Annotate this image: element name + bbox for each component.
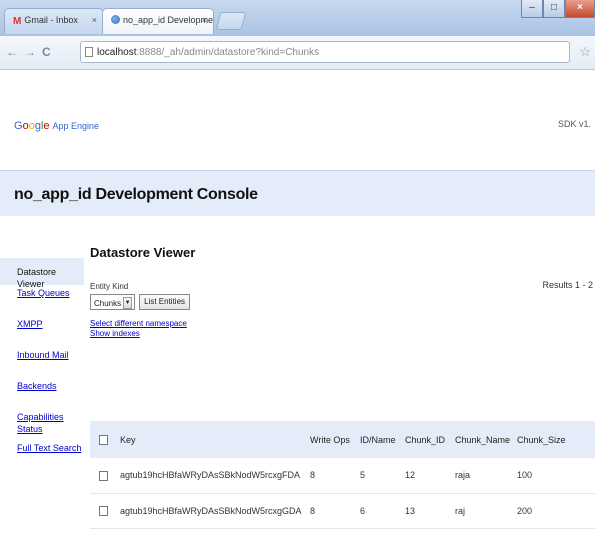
appengine-icon (111, 15, 120, 24)
logo-letter: e (43, 120, 50, 132)
gmail-icon: M (13, 16, 22, 27)
page-title: no_app_id Development Console (14, 186, 258, 203)
cell-key-link[interactable]: agtub19hcHBfaWRyDAsSBkNodW5rcxgGDA (120, 493, 310, 529)
cell-key-link[interactable]: agtub19hcHBfaWRyDAsSBkNodW5rcxgFDA (120, 458, 310, 494)
kind-row: Chunks ▼ List Entities (90, 294, 595, 310)
tab-title: no_app_id Development C (123, 15, 214, 25)
console-title-bar: no_app_id Development Console (0, 170, 595, 216)
select-all-cell (90, 421, 120, 458)
main-content: Datastore Viewer Results 1 - 2 Entity Ki… (90, 245, 595, 529)
table-header-row: Key Write Ops ID/Name Chunk_ID Chunk_Nam… (90, 421, 595, 458)
sidebar-item-inbound-mail[interactable]: Inbound Mail (0, 349, 84, 378)
entity-kind-label: Entity Kind (90, 282, 129, 291)
sidebar-item-backends[interactable]: Backends (0, 380, 84, 409)
forward-arrow-icon[interactable]: → (24, 45, 36, 59)
show-indexes-link[interactable]: Show indexes (90, 329, 595, 339)
entity-kind-select[interactable]: Chunks ▼ (90, 294, 136, 310)
address-bar[interactable]: localhost:8888/_ah/admin/datastore?kind=… (80, 41, 570, 63)
tab-gmail-inbox[interactable]: M Gmail - Inbox × (4, 8, 104, 34)
window-controls: – □ × (521, 0, 595, 18)
section-title: Datastore Viewer (90, 245, 196, 260)
sidebar-item-full-text-search[interactable]: Full Text Search (0, 442, 84, 471)
cell-write-ops: 8 (310, 458, 360, 494)
browser-toolbar: ← → C localhost:8888/_ah/admin/datastore… (0, 36, 595, 70)
column-header-key[interactable]: Key (120, 421, 310, 458)
url-host: localhost (97, 47, 137, 58)
namespace-links: Select different namespace Show indexes (90, 319, 595, 339)
cell-write-ops: 8 (310, 493, 360, 529)
minimize-icon[interactable]: – (521, 0, 543, 18)
google-app-engine-logo[interactable]: Google App Engine (14, 120, 99, 132)
maximize-icon[interactable]: □ (543, 0, 565, 18)
column-header-chunk-size[interactable]: Chunk_Size (517, 421, 595, 458)
sidebar-item-xmpp[interactable]: XMPP (0, 318, 84, 347)
row-checkbox[interactable] (99, 470, 108, 481)
cell-chunk-size: 200 (517, 493, 595, 529)
cell-chunk-name: raja (455, 458, 517, 494)
close-icon[interactable]: × (92, 15, 97, 25)
tab-dev-console[interactable]: no_app_id Development C × (102, 8, 214, 34)
table-row: agtub19hcHBfaWRyDAsSBkNodW5rcxgGDA 8 6 1… (90, 493, 595, 529)
entities-table: Key Write Ops ID/Name Chunk_ID Chunk_Nam… (90, 421, 595, 529)
window-close-icon[interactable]: × (565, 0, 595, 18)
browser-titlebar: MGmail - Inbox × no_app_id Development C… (0, 0, 595, 36)
cell-id-name: 5 (360, 458, 405, 494)
sidebar-item-capabilities-status[interactable]: Capabilities Status (0, 411, 84, 440)
sdk-version: SDK v1. (557, 119, 591, 129)
column-header-chunk-name[interactable]: Chunk_Name (455, 421, 517, 458)
sidebar-item-task-queues[interactable]: Task Queues (0, 287, 84, 316)
column-header-chunk-id[interactable]: Chunk_ID (405, 421, 455, 458)
entity-kind-value: Chunks (94, 298, 122, 308)
close-icon[interactable]: × (202, 15, 207, 25)
cell-chunk-id: 12 (405, 458, 455, 494)
row-checkbox-cell (90, 458, 120, 494)
url-path: :8888/_ah/admin/datastore?kind=Chunks (136, 47, 320, 58)
cell-chunk-size: 100 (517, 458, 595, 494)
reload-icon[interactable]: C (42, 45, 51, 59)
cell-id-name: 6 (360, 493, 405, 529)
chevron-down-icon: ▼ (123, 297, 133, 309)
sidebar-nav: Datastore Viewer Task Queues XMPP Inboun… (0, 245, 84, 471)
results-count: Results 1 - 2 (542, 280, 593, 290)
row-checkbox[interactable] (99, 505, 108, 516)
column-header-write-ops[interactable]: Write Ops (310, 421, 360, 458)
table-row: agtub19hcHBfaWRyDAsSBkNodW5rcxgFDA 8 5 1… (90, 458, 595, 494)
cell-chunk-id: 13 (405, 493, 455, 529)
tab-title: Gmail - Inbox (24, 15, 78, 25)
sidebar-item-datastore-viewer[interactable]: Datastore Viewer (0, 258, 84, 289)
cell-chunk-name: raj (455, 493, 517, 529)
row-checkbox-cell (90, 493, 120, 529)
page-header: Google App Engine SDK v1. (0, 70, 595, 160)
select-all-checkbox[interactable] (99, 434, 108, 445)
back-arrow-icon[interactable]: ← (6, 45, 18, 59)
page-icon (85, 47, 93, 57)
logo-letter: G (14, 120, 23, 132)
column-header-id-name[interactable]: ID/Name (360, 421, 405, 458)
new-tab-button[interactable] (215, 12, 247, 30)
bookmark-star-icon[interactable]: ☆ (579, 44, 591, 60)
logo-product-name: App Engine (52, 121, 100, 131)
list-entities-button[interactable]: List Entities (139, 294, 191, 310)
select-namespace-link[interactable]: Select different namespace (90, 319, 595, 329)
